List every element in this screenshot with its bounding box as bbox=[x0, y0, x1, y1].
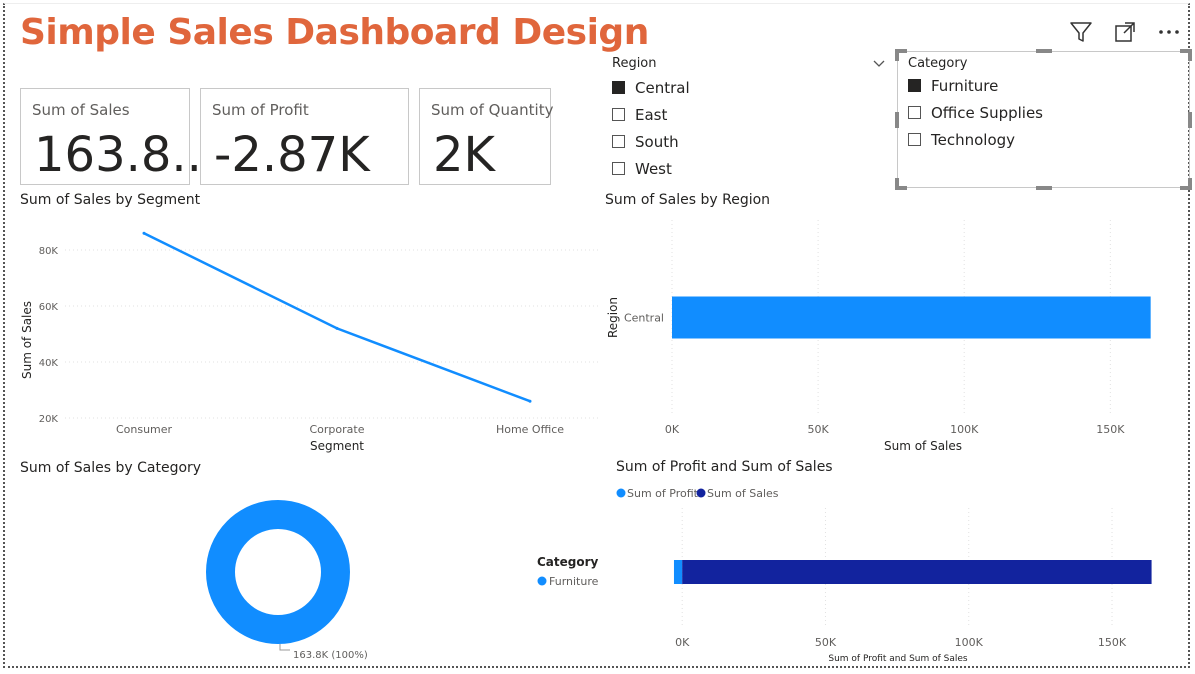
slicer-item-central[interactable]: Central bbox=[612, 74, 887, 101]
x-tick-label: 50K bbox=[815, 636, 837, 649]
card-value: 163.8... bbox=[34, 127, 218, 183]
x-tick-label: 150K bbox=[1096, 423, 1125, 436]
x-tick-label: 50K bbox=[808, 423, 830, 436]
resize-handle[interactable] bbox=[895, 49, 899, 61]
card-sum-of-quantity[interactable]: Sum of Quantity 2K bbox=[419, 88, 554, 185]
resize-handle[interactable] bbox=[1188, 112, 1192, 128]
visual-title-segment: Sum of Sales by Segment bbox=[20, 192, 201, 208]
legend-label: Furniture bbox=[549, 575, 599, 588]
bar-sales bbox=[682, 560, 1152, 584]
chevron-down-icon[interactable] bbox=[872, 56, 886, 75]
slicer-item-office-supplies[interactable]: Office Supplies bbox=[908, 99, 1043, 126]
resize-handle[interactable] bbox=[1188, 178, 1192, 190]
checkbox[interactable] bbox=[612, 135, 625, 148]
legend-title: Category bbox=[537, 555, 599, 569]
checkbox[interactable] bbox=[612, 81, 625, 94]
data-label-leader bbox=[279, 644, 290, 651]
visual-title-region: Sum of Sales by Region bbox=[605, 192, 771, 208]
y-tick-label: 40K bbox=[39, 358, 59, 369]
checkbox[interactable] bbox=[908, 106, 921, 119]
slicer-item-label: Office Supplies bbox=[931, 103, 1044, 122]
data-point bbox=[528, 399, 532, 403]
y-axis-label: Sum of Sales bbox=[20, 301, 34, 379]
legend-label: Sum of Profit bbox=[627, 487, 699, 500]
slicer-item-label: East bbox=[635, 105, 668, 124]
x-tick-label: Home Office bbox=[496, 423, 564, 436]
slicer-item-label: West bbox=[635, 159, 672, 178]
checkbox[interactable] bbox=[908, 79, 921, 92]
page-title: Simple Sales Dashboard Design bbox=[20, 12, 649, 53]
slicer-item-east[interactable]: East bbox=[612, 101, 887, 128]
visual-header-toolbar bbox=[1069, 20, 1181, 44]
y-tick-label: 20K bbox=[39, 414, 59, 425]
legend-marker bbox=[696, 488, 706, 498]
donut-chart-sales-by-category[interactable]: 163.8K (100%) Category Furniture bbox=[0, 478, 600, 668]
x-axis-label: Sum of Sales bbox=[884, 439, 962, 453]
resize-handle[interactable] bbox=[895, 178, 899, 190]
card-sum-of-profit[interactable]: Sum of Profit -2.87K bbox=[200, 88, 409, 185]
x-axis-label: Segment bbox=[310, 439, 364, 453]
bar-chart-sales-by-region[interactable]: 0K 50K 100K 150K Central Sum of Sales Region bbox=[600, 210, 1190, 458]
series-line bbox=[143, 232, 531, 403]
slicer-item-label: Furniture bbox=[931, 76, 999, 95]
slicer-item-west[interactable]: West bbox=[612, 155, 887, 182]
x-tick-label: Corporate bbox=[310, 423, 365, 436]
card-label: Sum of Quantity bbox=[431, 101, 554, 119]
filter-icon[interactable] bbox=[1069, 20, 1093, 44]
more-options-icon[interactable] bbox=[1157, 20, 1181, 44]
slicer-title: Category bbox=[908, 56, 968, 71]
card-label: Sum of Profit bbox=[212, 101, 309, 119]
category-slicer[interactable]: Category Furniture Office Supplies Techn… bbox=[895, 49, 1192, 190]
donut-slice bbox=[206, 500, 350, 644]
slicer-item-label: South bbox=[635, 132, 679, 151]
x-tick-label: 100K bbox=[955, 636, 984, 649]
x-tick-label: 150K bbox=[1098, 636, 1127, 649]
bar-chart-profit-and-sales[interactable]: Sum of Profit Sum of Sales 0K 50K 100K 150K Su… bbox=[600, 478, 1190, 668]
checkbox[interactable] bbox=[612, 162, 625, 175]
slicer-item-label: Central bbox=[635, 78, 690, 97]
y-tick-label: Central bbox=[624, 312, 664, 325]
y-tick-label: 80K bbox=[39, 246, 59, 257]
y-axis-label: Region bbox=[606, 297, 620, 338]
checkbox[interactable] bbox=[908, 133, 921, 146]
card-value: -2.87K bbox=[214, 127, 370, 183]
card-value: 2K bbox=[433, 127, 496, 183]
line-chart-sales-by-segment[interactable]: 20K 40K 60K 80K Consumer Corporate Home Office… bbox=[0, 210, 600, 458]
slicer-item-south[interactable]: South bbox=[612, 128, 887, 155]
legend-marker bbox=[537, 576, 547, 586]
resize-handle[interactable] bbox=[1036, 49, 1052, 53]
slicer-item-technology[interactable]: Technology bbox=[908, 126, 1043, 153]
card-sum-of-sales[interactable]: Sum of Sales 163.8... bbox=[20, 88, 217, 185]
legend-label: Sum of Sales bbox=[707, 487, 779, 500]
checkbox[interactable] bbox=[612, 108, 625, 121]
x-tick-label: 100K bbox=[950, 423, 979, 436]
legend-marker bbox=[616, 488, 626, 498]
data-label: 163.8K (100%) bbox=[293, 650, 368, 661]
x-axis-label: Sum of Profit and Sum of Sales bbox=[828, 654, 968, 664]
data-point bbox=[335, 326, 339, 330]
card-label: Sum of Sales bbox=[32, 101, 130, 119]
resize-handle[interactable] bbox=[895, 112, 899, 128]
slicer-item-label: Technology bbox=[931, 130, 1016, 149]
bar bbox=[672, 296, 1151, 339]
slicer-item-furniture[interactable]: Furniture bbox=[908, 72, 1043, 99]
x-tick-label: 0K bbox=[675, 636, 690, 649]
focus-mode-icon[interactable] bbox=[1113, 20, 1137, 44]
region-slicer: Region Central East South West bbox=[612, 56, 887, 186]
x-tick-label: Consumer bbox=[116, 423, 173, 436]
data-point bbox=[142, 231, 146, 235]
slicer-title: Region bbox=[612, 56, 657, 71]
visual-title-category: Sum of Sales by Category bbox=[20, 460, 202, 476]
resize-handle[interactable] bbox=[1036, 186, 1052, 190]
x-tick-label: 0K bbox=[665, 423, 680, 436]
bar-profit bbox=[673, 560, 683, 584]
resize-handle[interactable] bbox=[1188, 49, 1192, 61]
visual-title-profit-sales: Sum of Profit and Sum of Sales bbox=[616, 459, 833, 475]
y-tick-label: 60K bbox=[39, 302, 59, 313]
